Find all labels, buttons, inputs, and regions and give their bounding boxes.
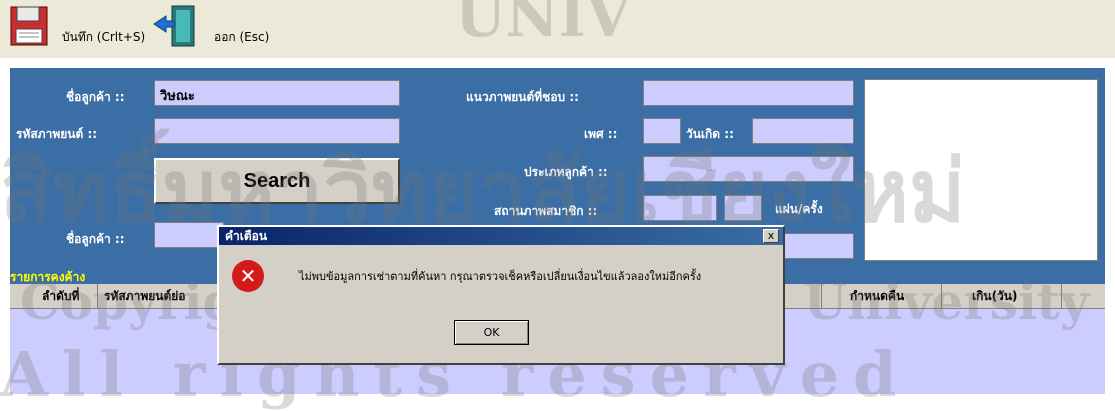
save-button[interactable]: บันทึก (Crlt+S) xyxy=(62,28,145,47)
movie-code-label: รหัสภาพยนต์ :: xyxy=(16,127,98,141)
column-sequence[interactable]: ลำดับที่ xyxy=(10,284,98,308)
customer-name2-label: ชื่อลูกค้า :: xyxy=(66,232,125,246)
customer-type-label: ประเภทลูกค้า :: xyxy=(524,165,608,179)
search-button[interactable]: Search xyxy=(154,158,400,204)
close-icon[interactable]: x xyxy=(763,229,779,243)
column-due-date[interactable]: กำหนดคืน xyxy=(822,284,942,308)
movie-code-field[interactable] xyxy=(154,118,400,144)
exit-door-icon[interactable] xyxy=(152,4,195,47)
member-status-label: สถานภาพสมาชิก :: xyxy=(494,204,598,218)
ok-button[interactable]: OK xyxy=(454,320,529,345)
dialog-message: ไม่พบข้อมูลการเช่าตามที่ค้นหา กรุณาตรวจเ… xyxy=(299,270,702,283)
gender-label: เพศ :: xyxy=(584,127,618,141)
customer-name-field[interactable]: วิษณะ xyxy=(154,80,400,106)
column-days-over[interactable]: เกิน(วัน) xyxy=(942,284,1062,308)
customer-name2-field[interactable] xyxy=(154,222,224,248)
customer-photo-box xyxy=(864,79,1098,261)
exit-button[interactable]: ออก (Esc) xyxy=(214,28,269,47)
favorite-genre-label: แนวภาพยนต์ที่ชอบ :: xyxy=(466,90,579,104)
save-icon[interactable] xyxy=(10,5,48,46)
discs-count-field[interactable] xyxy=(724,195,762,221)
member-status-field[interactable] xyxy=(643,195,717,221)
toolbar-separator xyxy=(0,58,1115,66)
column-movie-code[interactable]: รหัสภาพยนต์ย่อ xyxy=(98,284,218,308)
toolbar: บันทึก (Crlt+S) ออก (Esc) xyxy=(0,0,1115,58)
gender-field[interactable] xyxy=(643,118,681,144)
warning-dialog: คำเตือน x ✕ ไม่พบข้อมูลการเช่าตามที่ค้นห… xyxy=(217,225,785,365)
customer-type-field[interactable] xyxy=(643,156,854,182)
customer-name-label: ชื่อลูกค้า :: xyxy=(66,90,125,104)
birthday-label: วันเกิด :: xyxy=(686,127,734,141)
dialog-title: คำเตือน xyxy=(219,227,783,245)
error-icon: ✕ xyxy=(232,260,264,292)
birthday-field[interactable] xyxy=(752,118,854,144)
favorite-genre-field[interactable] xyxy=(643,80,854,106)
discs-per-time-label: แผ่น/ครั้ง xyxy=(775,202,823,216)
